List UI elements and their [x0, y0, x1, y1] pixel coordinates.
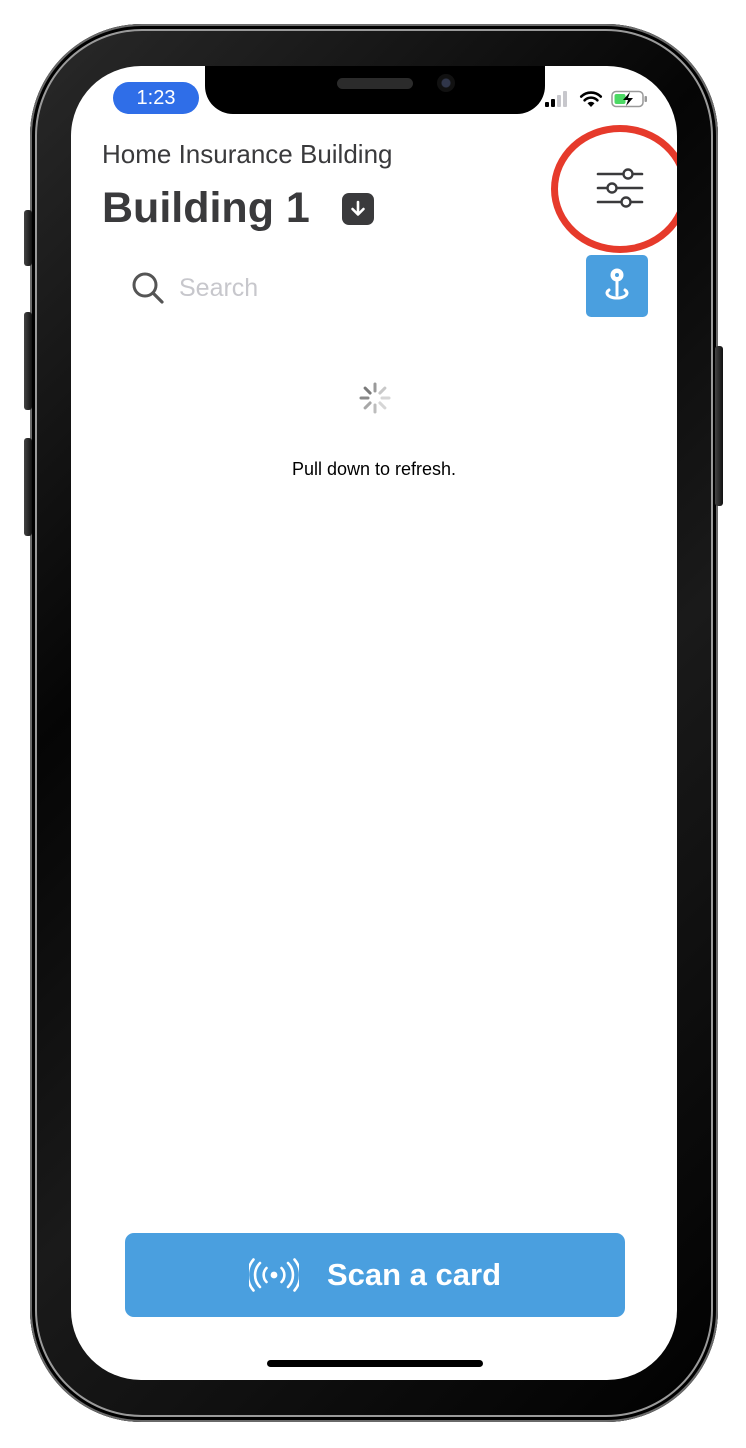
search-icon	[132, 272, 164, 304]
nfc-wave-icon	[248, 1258, 299, 1292]
sliders-icon	[596, 168, 644, 208]
filter-button[interactable]	[589, 162, 651, 214]
status-icons	[545, 90, 649, 108]
notch	[205, 66, 545, 114]
scan-card-label: Scan a card	[326, 1257, 502, 1292]
search-input[interactable]	[177, 272, 481, 304]
location-button[interactable]	[586, 255, 648, 317]
earpiece-speaker	[337, 78, 413, 89]
battery-charging-icon	[611, 90, 647, 108]
scan-card-button[interactable]: Scan a card	[125, 1233, 625, 1317]
volume-down-button	[24, 438, 32, 536]
home-indicator[interactable]	[267, 1360, 483, 1367]
building-select-button[interactable]	[341, 192, 374, 225]
download-arrow-icon	[351, 200, 365, 216]
wifi-icon	[579, 91, 603, 107]
pull-to-refresh-message: Pull down to refresh.	[291, 459, 457, 479]
cellular-signal-icon	[545, 91, 567, 107]
building-subtitle: Home Insurance Building	[102, 139, 393, 169]
front-camera	[437, 74, 455, 92]
map-pin-icon	[605, 268, 629, 300]
volume-up-button	[24, 312, 32, 410]
status-time: 1:23	[113, 82, 199, 114]
loading-spinner-icon	[359, 382, 391, 414]
app-screen: 1:23 Home Insurance Building Building 1	[71, 66, 677, 1380]
search-bar[interactable]	[131, 266, 511, 310]
power-button	[715, 346, 723, 506]
title-row: Building 1	[102, 184, 374, 233]
page-title: Building 1	[102, 184, 310, 232]
silent-switch	[24, 210, 32, 266]
